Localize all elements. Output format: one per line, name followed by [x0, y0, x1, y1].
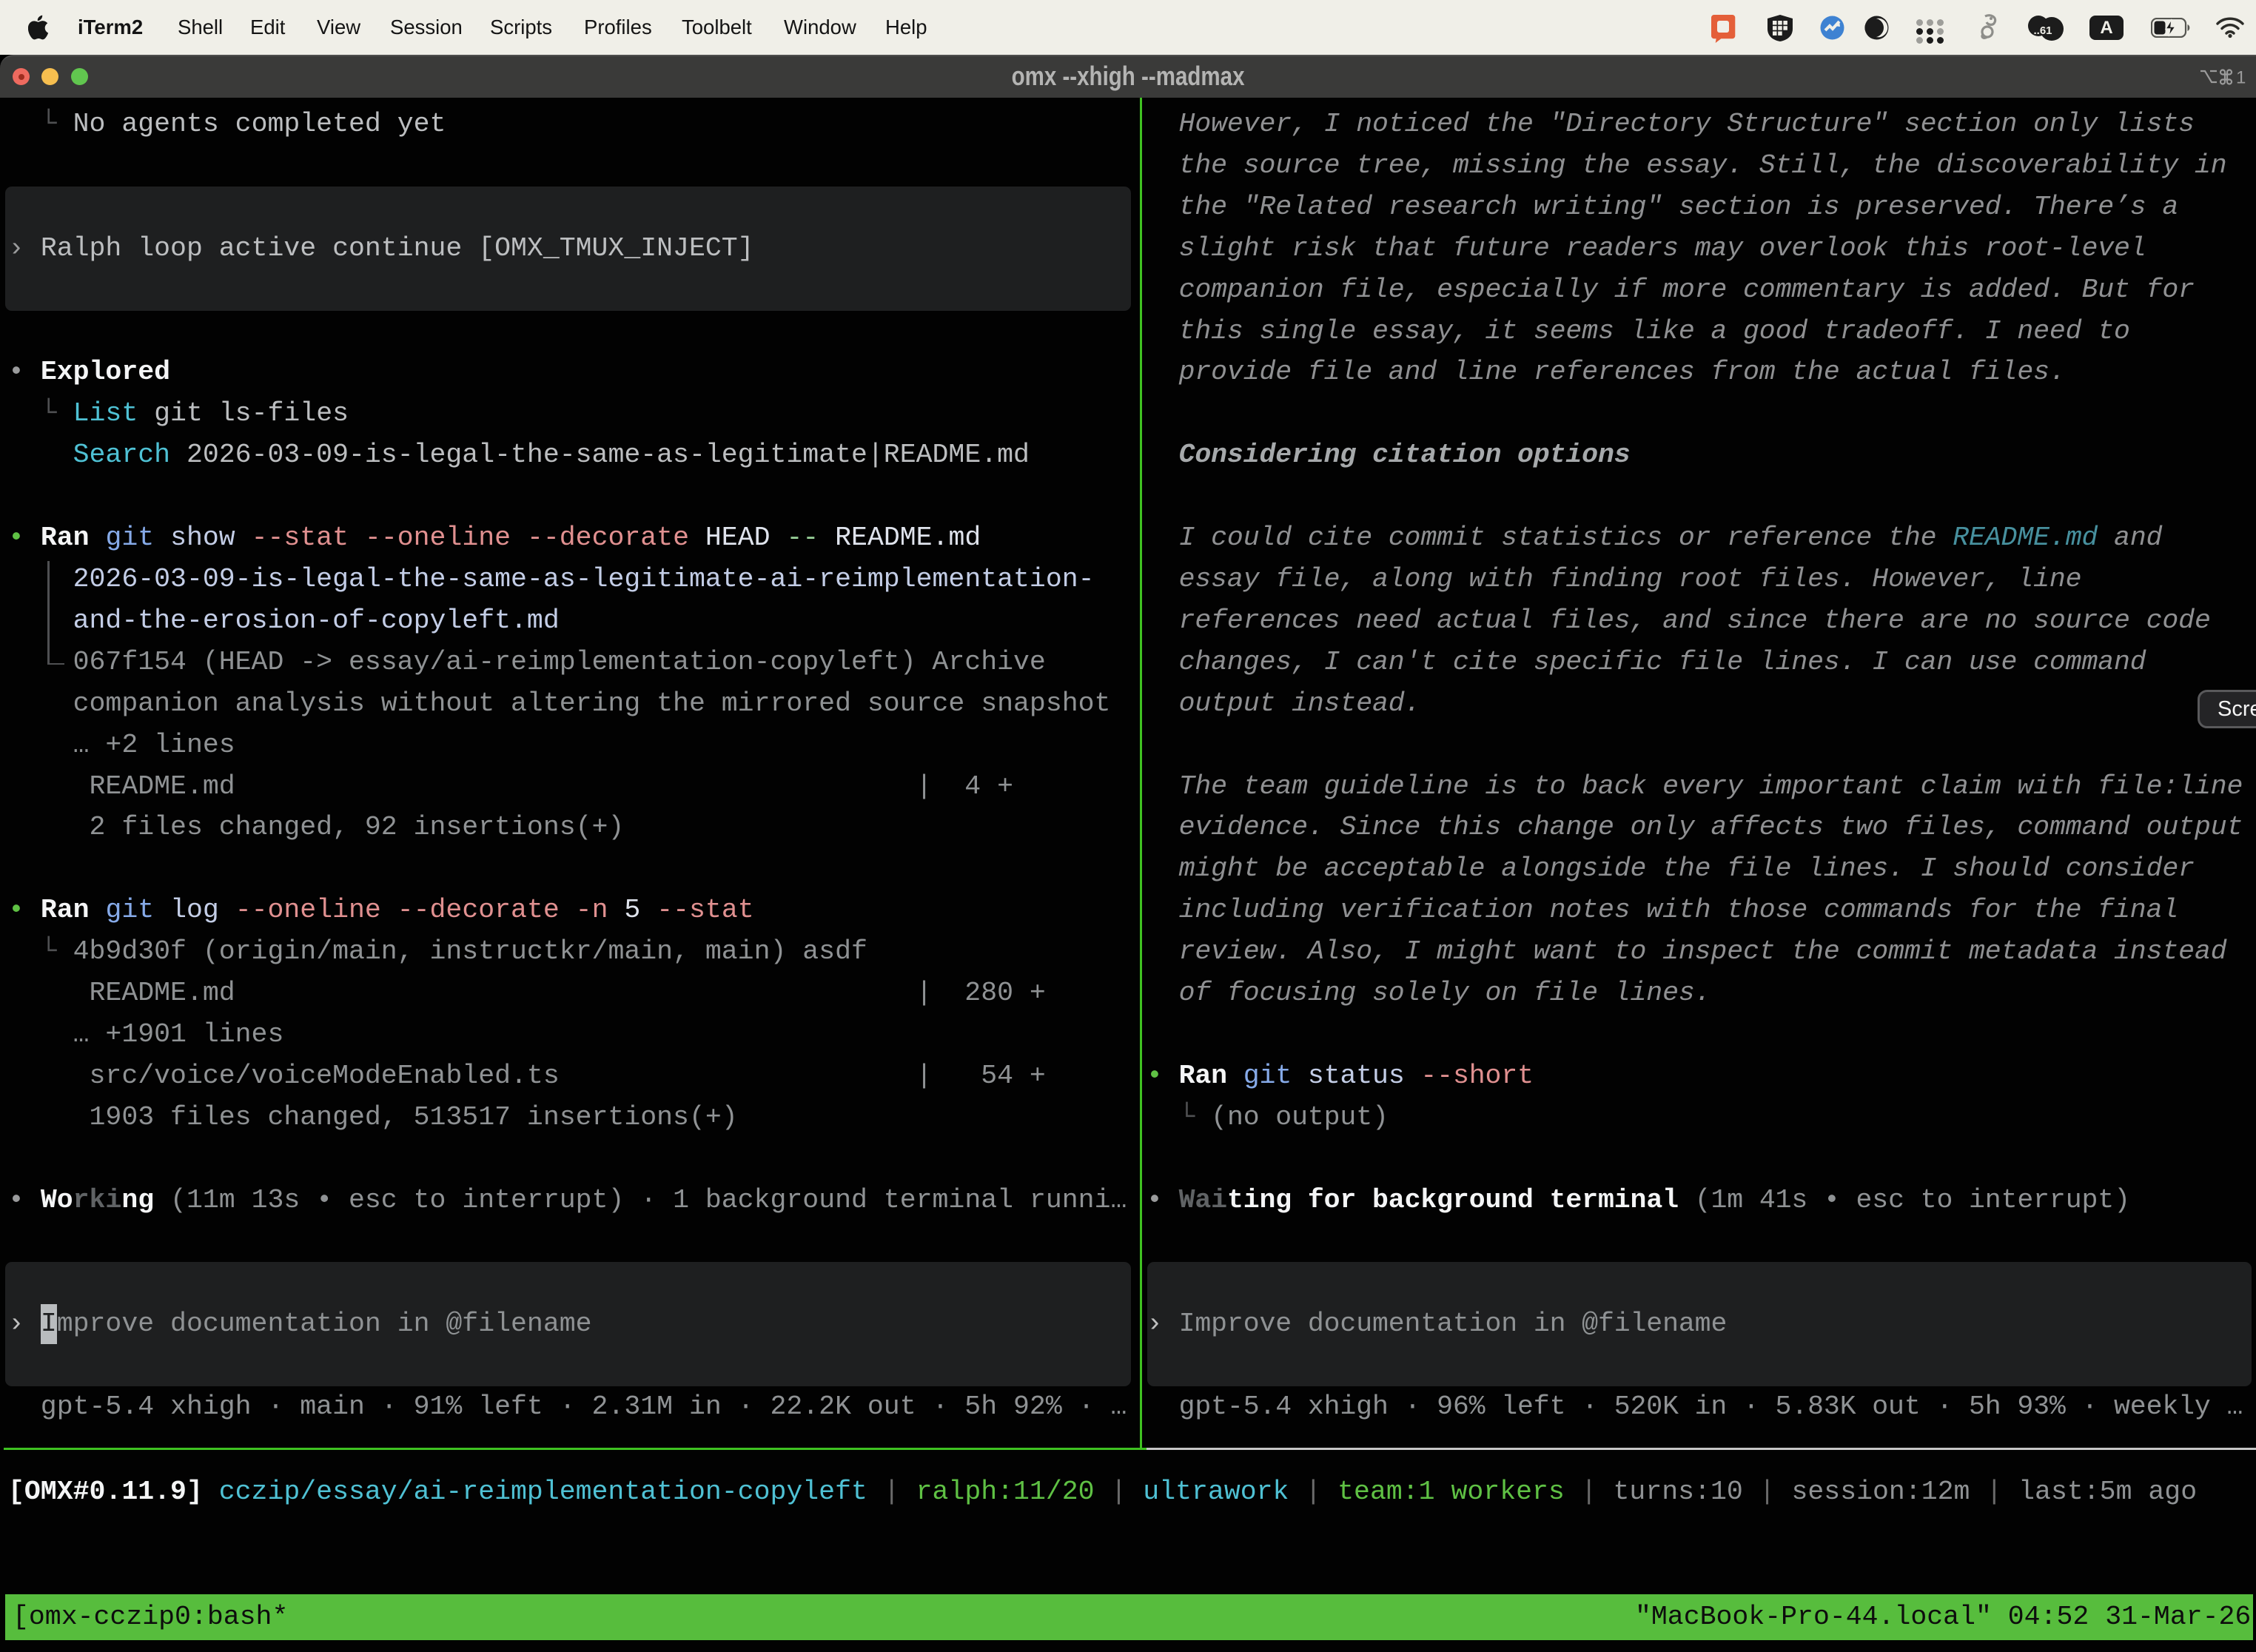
svg-text:..61: ..61 [2033, 24, 2052, 37]
svg-text:1: 1 [2236, 68, 2246, 87]
